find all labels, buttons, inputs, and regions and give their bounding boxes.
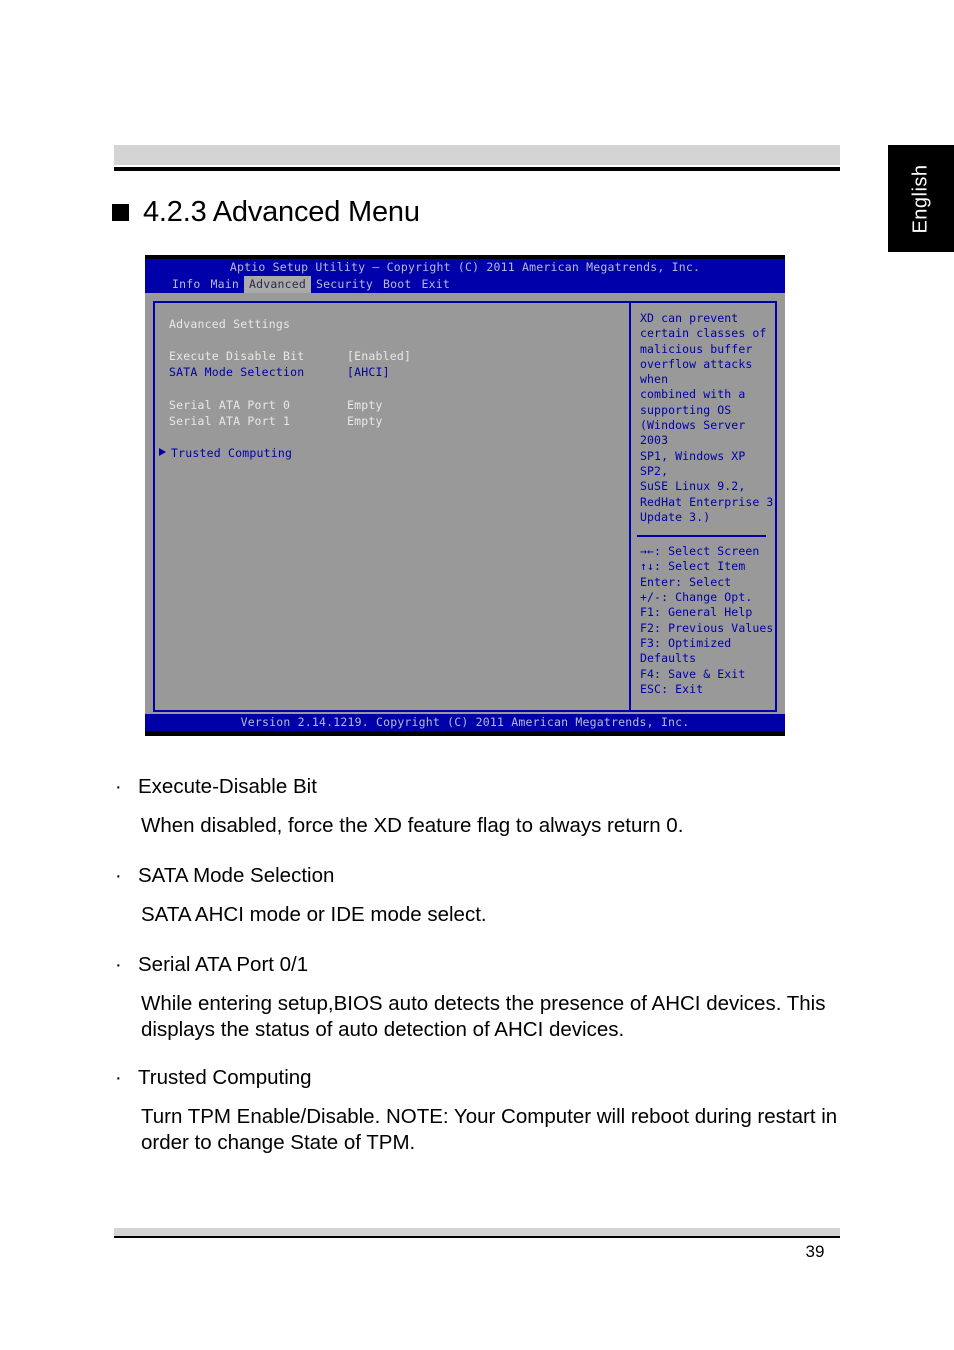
page-number: 39 — [805, 1242, 825, 1261]
bios-settings-panel: Advanced Settings Execute Disable Bit [E… — [153, 301, 636, 712]
setting-label: Execute Disable Bit — [169, 349, 305, 364]
bios-menu-bar: Info Main Advanced Security Boot Exit — [145, 276, 785, 293]
bullet-icon: · — [115, 776, 122, 798]
settings-spacer-3 — [169, 429, 634, 445]
help-text-line: Update 3.) — [640, 509, 711, 524]
bios-tab-advanced[interactable]: Advanced — [244, 276, 311, 293]
help-text-line: SuSE Linux 9.2, — [640, 479, 746, 494]
list-item-body: While entering setup,BIOS auto detects t… — [141, 992, 826, 1041]
bullet-icon: · — [115, 1067, 122, 1089]
list-item: · Trusted Computing — [112, 1063, 852, 1093]
settings-section-title: Advanced Settings — [169, 317, 291, 331]
key-legend-line: →←: Select Screen — [640, 544, 760, 559]
page-title-text: 4.2.3 Advanced Menu — [143, 196, 420, 228]
setting-label: Serial ATA Port 0 — [169, 397, 291, 412]
help-text-line: (Windows Server 2003 — [640, 418, 746, 448]
list-item: · SATA Mode Selection — [112, 861, 852, 891]
language-tab: English — [888, 145, 954, 252]
key-legend-line: F4: Save & Exit — [640, 666, 746, 681]
help-text-line: RedHat Enterprise 3 — [640, 494, 774, 509]
help-divider — [637, 535, 766, 538]
list-item-title: Serial ATA Port 0/1 — [138, 953, 309, 976]
footer-grey-bar — [114, 1228, 840, 1236]
page-title: 4.2.3 Advanced Menu — [112, 196, 420, 229]
body-content: · Execute-Disable Bit When disabled, for… — [112, 772, 852, 1178]
bios-tab-info[interactable]: Info — [167, 276, 206, 293]
bullet-icon: · — [115, 865, 122, 887]
key-legend-line: ↑↓: Select Item — [640, 559, 746, 574]
settings-spacer-2 — [169, 381, 634, 397]
setting-row-sata-mode-selection[interactable]: SATA Mode Selection [AHCI] — [169, 364, 634, 380]
language-tab-label: English — [909, 163, 932, 234]
list-item-body: Turn TPM Enable/Disable. NOTE: Your Comp… — [141, 1105, 838, 1154]
bios-key-legend: →←: Select Screen ↑↓: Select Item Enter: S… — [631, 544, 775, 697]
help-text-line: malicious buffer — [640, 341, 753, 356]
help-text-line: XD can prevent — [640, 311, 739, 325]
bios-tab-boot[interactable]: Boot — [378, 276, 417, 293]
help-text-line: overflow attacks when — [640, 356, 753, 387]
key-legend-line: Enter: Select — [640, 574, 732, 589]
bios-help-panel: XD can prevent certain classes of maliciou… — [629, 301, 777, 712]
bios-tab-security[interactable]: Security — [311, 276, 378, 293]
bios-screenshot: Aptio Setup Utility – Copyright (C) 2011… — [145, 255, 785, 736]
bios-menu-gap — [145, 293, 785, 301]
bios-title-bar: Aptio Setup Utility – Copyright (C) 2011… — [145, 259, 785, 276]
setting-value: Empty — [347, 397, 383, 412]
list-item-body: SATA AHCI mode or IDE mode select. — [141, 903, 487, 926]
bullet-icon: · — [115, 954, 122, 976]
bios-tab-main[interactable]: Main — [206, 276, 245, 293]
key-legend-line: F3: Optimized Defaults — [640, 635, 732, 666]
key-legend-line: +/-: Change Opt. — [640, 590, 753, 605]
list-item-title: Execute-Disable Bit — [138, 775, 317, 798]
setting-row-execute-disable-bit[interactable]: Execute Disable Bit [Enabled] — [169, 348, 634, 364]
setting-row-trusted-computing[interactable]: Trusted Computing — [159, 445, 634, 461]
bios-help-text: XD can prevent certain classes of maliciou… — [631, 303, 775, 525]
submenu-label: Trusted Computing — [171, 446, 293, 461]
list-item: · Execute-Disable Bit — [112, 772, 852, 802]
setting-label: SATA Mode Selection — [169, 365, 305, 380]
setting-value: [Enabled] — [347, 349, 412, 364]
submenu-arrow-icon — [159, 448, 166, 457]
bios-footer-bar: Version 2.14.1219. Copyright (C) 2011 Am… — [145, 714, 785, 731]
setting-value: [AHCI] — [347, 365, 390, 380]
key-legend-line: F1: General Help — [640, 605, 753, 620]
bios-bottom-strip — [145, 731, 785, 736]
setting-label: Serial ATA Port 1 — [169, 413, 291, 428]
key-legend-line: F2: Previous Values — [640, 620, 774, 635]
list-item-title: Trusted Computing — [138, 1066, 312, 1089]
header-rule — [114, 167, 840, 171]
setting-row-serial-ata-port-1[interactable]: Serial ATA Port 1 Empty — [169, 413, 634, 429]
square-bullet-icon — [112, 204, 129, 221]
bios-tab-exit[interactable]: Exit — [417, 276, 456, 293]
key-legend-line: ESC: Exit — [640, 681, 704, 696]
setting-value: Empty — [347, 413, 383, 428]
list-item: · Serial ATA Port 0/1 — [112, 950, 852, 980]
setting-row-serial-ata-port-0[interactable]: Serial ATA Port 0 Empty — [169, 397, 634, 413]
header-grey-bar — [114, 145, 840, 165]
list-item-body: When disabled, force the XD feature flag… — [141, 814, 684, 837]
help-text-line: combined with a — [640, 387, 746, 402]
list-item-title: SATA Mode Selection — [138, 864, 335, 887]
bios-settings-list: Advanced Settings Execute Disable Bit [E… — [155, 303, 634, 461]
help-text-line: SP1, Windows XP SP2, — [640, 448, 746, 478]
help-text-line: supporting OS — [640, 402, 732, 417]
help-text-line: certain classes of — [640, 326, 767, 341]
footer-rule — [114, 1236, 840, 1238]
settings-spacer-1 — [169, 332, 634, 348]
